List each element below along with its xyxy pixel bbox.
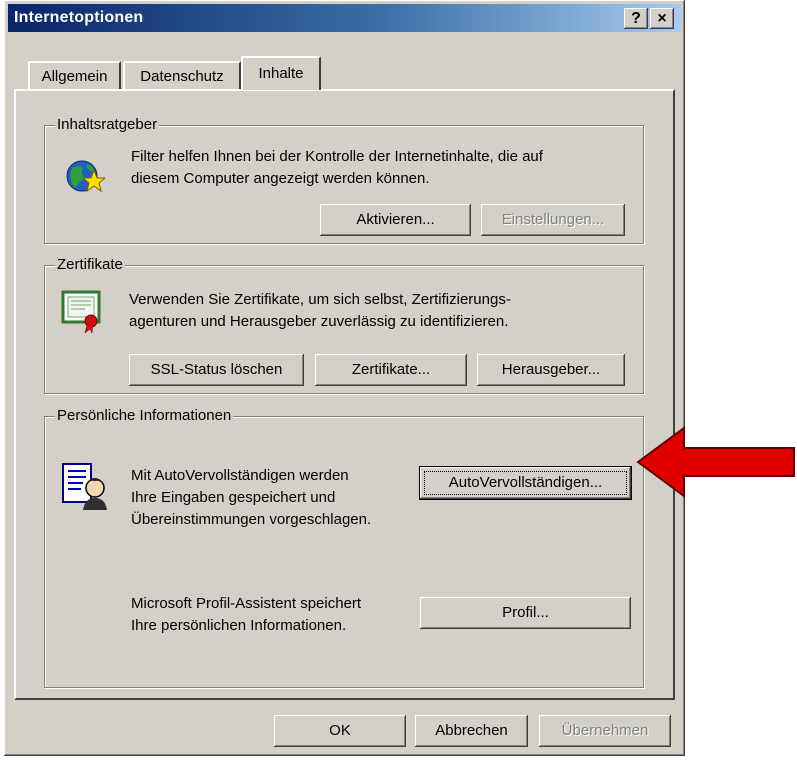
tab-inhalte[interactable]: Inhalte — [241, 56, 321, 90]
certificates-description-line1: Verwenden Sie Zertifikate, um sich selbs… — [129, 291, 511, 308]
profile-description-line1: Microsoft Profil-Assistent speichert — [131, 595, 362, 612]
close-button[interactable]: × — [650, 8, 674, 29]
help-icon: ? — [631, 10, 641, 27]
content-advisor-title: Inhaltsratgeber — [55, 116, 160, 134]
content-advisor-group: Inhaltsratgeber Filter helfen Ihnen bei … — [44, 116, 644, 244]
certificates-description-line2: agenturen und Herausgeber zuverlässig zu… — [129, 313, 509, 330]
tab-allgemein[interactable]: Allgemein — [28, 61, 121, 89]
tab-panel-inhalte: Inhaltsratgeber Filter helfen Ihnen bei … — [14, 89, 675, 700]
red-arrow-icon — [636, 426, 795, 498]
autocomplete-description-line3: Übereinstimmungen vorgeschlagen. — [131, 511, 372, 528]
personal-information-group: Persönliche Informationen Mit AutoVervol… — [44, 407, 644, 688]
personal-information-title: Persönliche Informationen — [55, 407, 234, 425]
certificate-icon — [61, 290, 101, 334]
window-title: Internetoptionen — [14, 9, 144, 26]
publishers-button[interactable]: Herausgeber... — [477, 354, 625, 386]
content-advisor-description-line2: diesem Computer angezeigt werden können. — [131, 170, 430, 187]
content-advisor-globe-icon — [66, 160, 105, 193]
autocomplete-button-label: AutoVervollständigen... — [424, 471, 627, 495]
autocomplete-description-line1: Mit AutoVervollständigen werden — [131, 467, 349, 484]
autocomplete-button[interactable]: AutoVervollständigen... — [419, 466, 632, 500]
profile-button[interactable]: Profil... — [420, 597, 631, 629]
certificates-title: Zertifikate — [55, 256, 125, 274]
cancel-button[interactable]: Abbrechen — [415, 715, 528, 747]
content-advisor-settings-button[interactable]: Einstellungen... — [481, 204, 625, 236]
autocomplete-icon — [62, 463, 107, 510]
close-icon: × — [657, 10, 667, 27]
profile-description-line2: Ihre persönlichen Informationen. — [131, 617, 347, 634]
internet-options-dialog: Internetoptionen ? × Allgemein Datenschu… — [4, 0, 685, 756]
certificates-button[interactable]: Zertifikate... — [315, 354, 467, 386]
clear-ssl-state-button[interactable]: SSL-Status löschen — [129, 354, 304, 386]
title-bar[interactable]: Internetoptionen ? × — [8, 4, 681, 32]
apply-button[interactable]: Übernehmen — [539, 715, 671, 747]
enable-content-advisor-button[interactable]: Aktivieren... — [320, 204, 471, 236]
help-button[interactable]: ? — [624, 8, 648, 29]
content-advisor-description-line1: Filter helfen Ihnen bei der Kontrolle de… — [131, 148, 543, 165]
tab-datenschutz[interactable]: Datenschutz — [123, 61, 241, 89]
ok-button[interactable]: OK — [274, 715, 406, 747]
certificates-group: Zertifikate Verwenden Sie Zertifikate, u… — [44, 256, 644, 394]
autocomplete-description-line2: Ihre Eingaben gespeichert und — [131, 489, 336, 506]
